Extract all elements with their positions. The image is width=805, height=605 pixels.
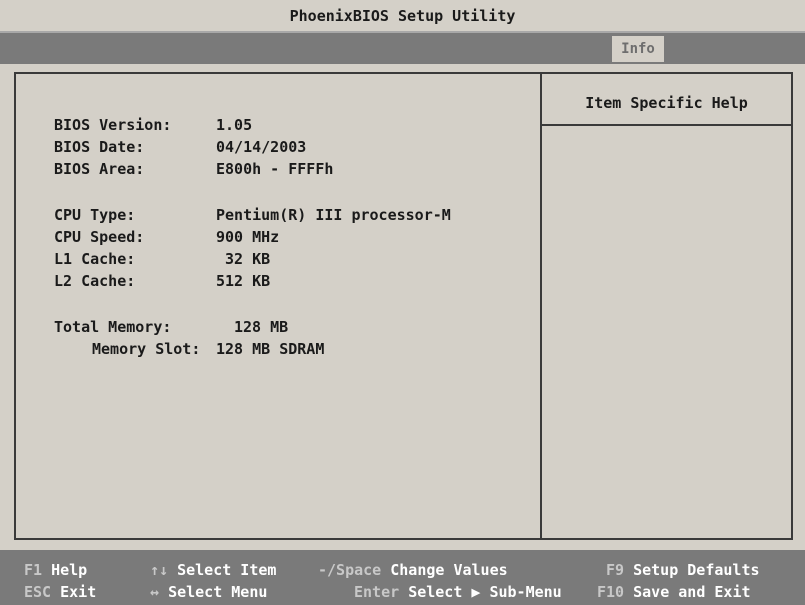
menu-bar: Info (0, 33, 805, 64)
cpu-speed-label: CPU Speed: (54, 228, 145, 246)
memory-slot-label: Memory Slot: (92, 340, 201, 358)
memory-slot-value: 128 MB SDRAM (216, 340, 325, 358)
l1-cache-label: L1 Cache: (54, 250, 136, 268)
f1-key: F1 (24, 561, 43, 579)
l2-cache-label: L2 Cache: (54, 272, 136, 290)
bios-date-label: BIOS Date: (54, 138, 145, 156)
footer-f1: F1 Help (24, 560, 87, 580)
select-item-desc: Select Item (177, 561, 277, 579)
total-memory-value: 128 MB (234, 318, 289, 336)
cpu-speed-value: 900 MHz (216, 228, 280, 246)
footer-select-item: ↑↓ Select Item (150, 560, 276, 580)
total-memory-label: Total Memory: (54, 318, 172, 336)
f9-key: F9 (606, 561, 625, 579)
f10-desc: Save and Exit (633, 583, 751, 601)
change-values-desc: Change Values (390, 561, 508, 579)
bios-area-label: BIOS Area: (54, 160, 145, 178)
f9-desc: Setup Defaults (633, 561, 760, 579)
select-menu-desc: Select Menu (168, 583, 268, 601)
cpu-type-label: CPU Type: (54, 206, 136, 224)
bios-area-value: E800h - FFFFh (216, 160, 334, 178)
bios-date-value: 04/14/2003 (216, 138, 307, 156)
l1-cache-value: 32 KB (225, 250, 271, 268)
minus-space-key: -/Space (318, 561, 382, 579)
tab-info[interactable]: Info (612, 36, 664, 62)
item-specific-help-title: Item Specific Help (542, 74, 791, 126)
footer-esc: ESC Exit (24, 582, 96, 602)
window-title: PhoenixBIOS Setup Utility (0, 0, 805, 33)
f1-desc: Help (51, 561, 88, 579)
footer-f10: F10 Save and Exit (597, 582, 751, 602)
key-help-footer: F1 Help ↑↓ Select Item -/Space Change Va… (0, 550, 805, 605)
bios-version-value: 1.05 (216, 116, 253, 134)
footer-enter: Enter Select ▶ Sub-Menu (354, 582, 562, 602)
bios-version-label: BIOS Version: (54, 116, 172, 134)
enter-desc: Select ▶ Sub-Menu (408, 583, 562, 601)
up-down-arrows-icon: ↑↓ (150, 561, 169, 579)
main-frame: BIOS Version: 1.05 BIOS Date: 04/14/2003… (14, 72, 793, 540)
l2-cache-value: 512 KB (216, 272, 271, 290)
footer-select-menu: ↔ Select Menu (150, 582, 267, 602)
enter-key: Enter (354, 583, 400, 601)
esc-key: ESC (24, 583, 52, 601)
panel-divider (540, 74, 542, 538)
f10-key: F10 (597, 583, 625, 601)
left-right-arrow-icon: ↔ (150, 583, 160, 601)
esc-desc: Exit (60, 583, 97, 601)
footer-change-values: -/Space Change Values (318, 560, 508, 580)
footer-f9: F9 Setup Defaults (606, 560, 760, 580)
cpu-type-value: Pentium(R) III processor-M (216, 206, 451, 224)
